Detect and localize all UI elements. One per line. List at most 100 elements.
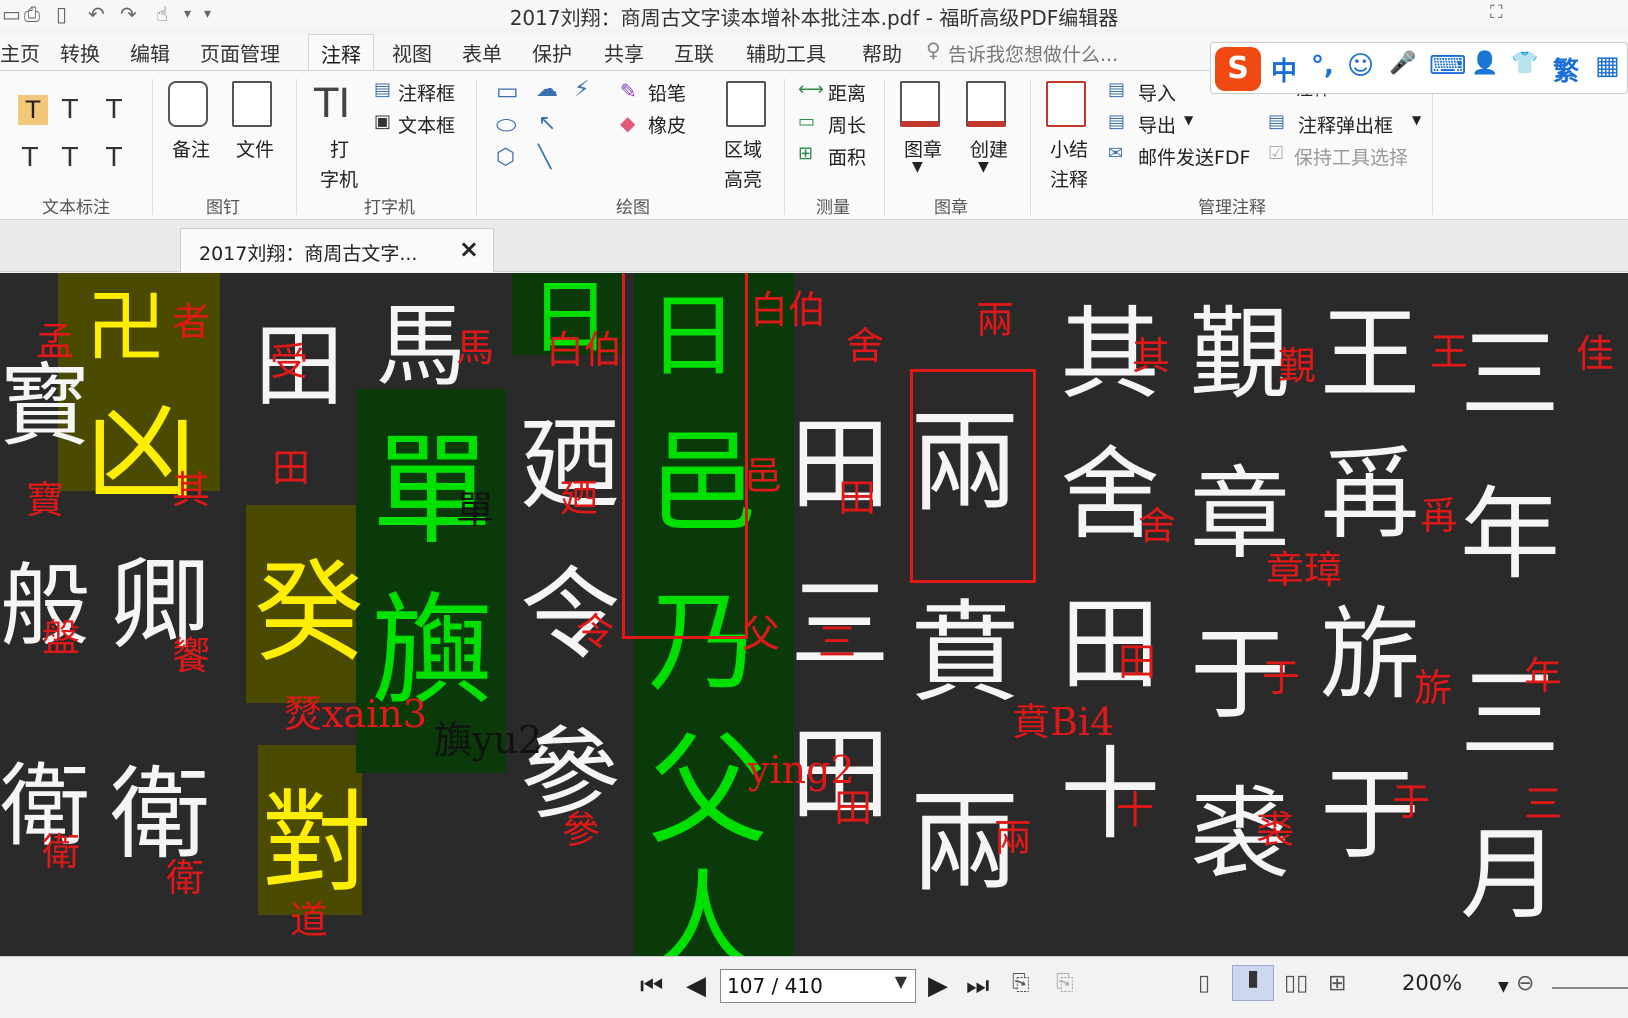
menu-convert[interactable]: 转换 xyxy=(60,38,100,67)
annotation-text[interactable]: 衛 xyxy=(166,859,204,897)
annotation-text[interactable]: 年 xyxy=(1524,657,1562,695)
previous-view-icon[interactable]: ⎘ xyxy=(1012,971,1030,996)
continuous-facing-icon[interactable]: ⊞ xyxy=(1328,971,1346,996)
zoom-level[interactable]: 200% xyxy=(1402,971,1462,995)
document-viewport[interactable]: 凶 卍 癸 對 單 旟 日 日 邑 乃 父 人 寳 般 衛 卿 衛 田 馬 廼 … xyxy=(0,273,1628,956)
annotation-popup-dropdown-icon[interactable]: ▼ xyxy=(1412,113,1421,127)
summary-button-top[interactable]: 小结 xyxy=(1050,135,1088,162)
annotation-text[interactable]: 佳 xyxy=(1576,335,1614,373)
annotation-text[interactable]: 受 xyxy=(270,343,308,381)
annotation-text[interactable]: 三 xyxy=(818,623,856,661)
email-fdf-button[interactable]: 邮件发送FDF xyxy=(1138,143,1251,170)
distance-button[interactable]: 距离 xyxy=(828,79,866,106)
menu-view[interactable]: 视图 xyxy=(392,38,432,67)
annotation-text[interactable]: 旂 xyxy=(1414,669,1452,707)
annotation-text[interactable]: 旟yu2 xyxy=(434,721,542,759)
menu-share[interactable]: 共享 xyxy=(604,38,644,67)
annotation-text[interactable]: 道 xyxy=(290,901,328,939)
typewriter-icon[interactable]: TI xyxy=(314,81,350,127)
annotation-text[interactable]: 十 xyxy=(1116,791,1154,829)
first-page-icon[interactable]: ⏮ xyxy=(640,971,663,1002)
summary-button-bottom[interactable]: 注释 xyxy=(1050,165,1088,192)
annotation-text[interactable]: 覲 xyxy=(1278,347,1316,385)
ime-toolbox-icon[interactable]: ▦ xyxy=(1595,51,1620,81)
annotation-text[interactable]: 盤 xyxy=(42,619,80,657)
annotation-text[interactable]: 章璋 xyxy=(1266,551,1342,589)
typewriter-button-top[interactable]: 打 xyxy=(330,135,349,162)
annotation-text[interactable]: 白伯 xyxy=(750,291,826,329)
red-rectangle-annotation[interactable] xyxy=(910,369,1036,583)
menu-connect[interactable]: 互联 xyxy=(674,38,714,67)
note-icon[interactable] xyxy=(168,81,208,127)
callout-button[interactable]: 注释框 xyxy=(398,79,455,106)
oval-icon[interactable]: ⬭ xyxy=(496,111,517,139)
eraser-button[interactable]: 橡皮 xyxy=(648,111,686,138)
underline-text-icon[interactable]: T xyxy=(106,95,122,125)
annotation-text[interactable]: 單 xyxy=(456,491,494,529)
tell-me-input[interactable]: 告诉我您想做什么... xyxy=(948,40,1118,67)
area-highlight-bottom[interactable]: 高亮 xyxy=(724,165,762,192)
last-page-icon[interactable]: ⏭ xyxy=(966,971,989,1002)
ime-keyboard-icon[interactable]: ⌨ xyxy=(1429,51,1467,81)
annotation-text[interactable]: 王 xyxy=(1430,333,1468,371)
import-icon[interactable]: ▤ xyxy=(1108,79,1125,100)
menu-form[interactable]: 表单 xyxy=(462,38,502,67)
ime-emoji-icon[interactable]: ☺ xyxy=(1347,51,1374,81)
annotation-text[interactable]: 舍 xyxy=(846,327,884,365)
annotation-text[interactable]: 三 xyxy=(1524,785,1562,823)
page-dropdown-icon[interactable]: ▼ xyxy=(895,972,907,991)
sogou-logo-icon[interactable]: S xyxy=(1215,47,1261,91)
stamp-icon[interactable] xyxy=(900,81,940,127)
export-dropdown-icon[interactable]: ▼ xyxy=(1184,113,1193,127)
replace-text-icon[interactable]: T xyxy=(62,143,78,173)
ime-traditional-mode[interactable]: 繁 xyxy=(1553,51,1579,88)
menu-comment[interactable]: 注释 xyxy=(308,34,374,72)
menu-protect[interactable]: 保护 xyxy=(532,38,572,67)
area-highlight-icon[interactable] xyxy=(726,81,766,127)
single-page-icon[interactable]: ▯ xyxy=(1198,971,1210,996)
annotation-text[interactable]: 白伯 xyxy=(546,331,622,369)
menu-page-management[interactable]: 页面管理 xyxy=(200,38,280,67)
summary-icon[interactable] xyxy=(1046,81,1086,127)
email-fdf-icon[interactable]: ✉ xyxy=(1108,143,1123,164)
squiggly-underline-icon[interactable]: T xyxy=(62,95,78,125)
polyline-icon[interactable]: ⚡ xyxy=(574,77,589,102)
annotation-text[interactable]: 馬 xyxy=(456,329,494,367)
annotation-text[interactable]: 孟 xyxy=(36,323,74,361)
annotation-text[interactable]: 田 xyxy=(838,479,876,517)
annotation-text[interactable]: 令 xyxy=(576,613,614,651)
polygon-icon[interactable]: ⬡ xyxy=(496,145,515,170)
area-icon[interactable]: ⊞ xyxy=(798,143,813,164)
previous-page-icon[interactable]: ◀ xyxy=(686,971,706,1001)
annotation-text[interactable]: 兩 xyxy=(976,301,1014,339)
annotation-text[interactable]: 者 xyxy=(172,303,210,341)
export-icon[interactable]: ▤ xyxy=(1108,111,1125,132)
annotation-popup-button[interactable]: 注释弹出框 xyxy=(1298,111,1393,138)
insert-text-icon[interactable]: T xyxy=(106,143,122,173)
highlight-text-icon[interactable]: T xyxy=(18,95,48,125)
create-stamp-dropdown-icon[interactable]: ▼ xyxy=(978,159,989,175)
annotation-text[interactable]: 父 xyxy=(742,615,780,653)
page-number-input[interactable]: 107 / 410 ▼ xyxy=(720,969,916,1003)
annotation-text[interactable]: ying2 xyxy=(748,751,855,789)
menu-help[interactable]: 帮助 xyxy=(862,38,902,67)
rectangle-icon[interactable]: ▭ xyxy=(496,77,519,105)
typewriter-button-bottom[interactable]: 字机 xyxy=(320,165,358,192)
annotation-text[interactable]: 田 xyxy=(834,789,872,827)
ime-skin-icon[interactable]: 👕 xyxy=(1511,51,1538,76)
annotation-text[interactable]: 饗 xyxy=(172,637,210,675)
annotation-text[interactable]: 賁Bi4 xyxy=(1012,703,1114,741)
annotation-text[interactable]: 其 xyxy=(172,471,210,509)
annotation-text[interactable]: 于 xyxy=(1392,783,1430,821)
zoom-dropdown-icon[interactable]: ▼ xyxy=(1498,979,1509,995)
annotation-text[interactable]: 廼 xyxy=(560,479,598,517)
stamp-button[interactable]: 图章 xyxy=(904,135,942,162)
distance-icon[interactable]: ⟷ xyxy=(798,79,824,100)
close-tab-icon[interactable]: × xyxy=(459,235,479,263)
area-highlight-top[interactable]: 区域 xyxy=(724,135,762,162)
annotation-text[interactable]: 裘 xyxy=(1256,811,1294,849)
line-icon[interactable]: ╲ xyxy=(538,145,551,170)
annotation-text[interactable]: 于 xyxy=(1262,659,1300,697)
popup-icon[interactable]: ▤ xyxy=(1268,111,1285,132)
textbox-icon[interactable]: ▣ xyxy=(374,111,391,132)
